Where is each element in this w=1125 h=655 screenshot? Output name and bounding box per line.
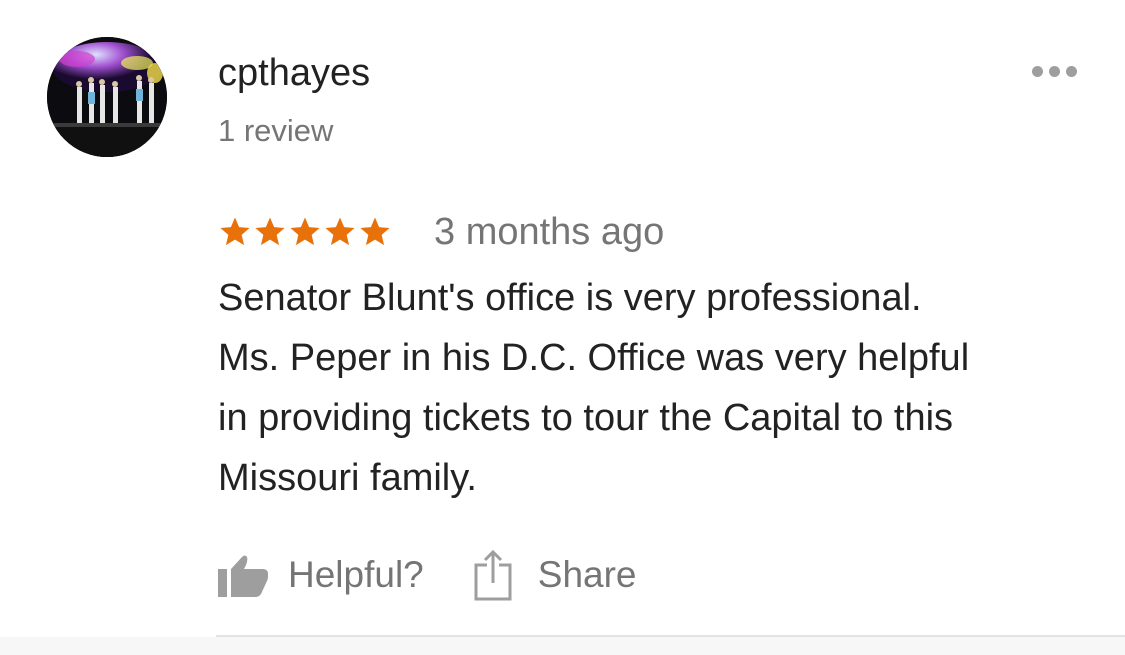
- share-icon: [474, 549, 512, 601]
- star-icon: [360, 217, 390, 246]
- rating-row: 3 months ago: [218, 210, 664, 254]
- more-horizontal-icon: [1031, 65, 1043, 77]
- review-actions: Helpful? Share: [218, 547, 637, 603]
- next-card-edge: [0, 637, 1125, 655]
- star-rating: [218, 215, 392, 249]
- helpful-label: Helpful?: [288, 554, 424, 595]
- more-dot: [1048, 65, 1060, 77]
- review-text-line: Senator Blunt's office is very professio…: [218, 277, 922, 319]
- review-text-line: in providing tickets to tour the Capital…: [218, 397, 954, 439]
- star-icon: [255, 217, 285, 246]
- review-text: Senator Blunt's office is very professio…: [218, 268, 1098, 508]
- star-icon: [290, 217, 320, 246]
- share-label: Share: [537, 554, 637, 595]
- review-text-line: Ms. Peper in his D.C. Office was very he…: [218, 337, 970, 379]
- review-timestamp: 3 months ago: [434, 211, 665, 253]
- avatar-photo: [47, 37, 167, 157]
- review-text-line: Missouri family.: [218, 457, 477, 499]
- thumbs-up-icon: [218, 555, 268, 597]
- star-icon: [220, 217, 250, 246]
- user-name[interactable]: cpthayes: [218, 50, 370, 96]
- star-icon: [325, 217, 355, 246]
- helpful-button[interactable]: Helpful?: [218, 553, 424, 597]
- more-options-button[interactable]: [1024, 55, 1084, 87]
- avatar[interactable]: [47, 37, 167, 157]
- review-count[interactable]: 1 review: [218, 112, 333, 150]
- more-dot: [1065, 65, 1077, 77]
- share-button[interactable]: Share: [474, 549, 637, 601]
